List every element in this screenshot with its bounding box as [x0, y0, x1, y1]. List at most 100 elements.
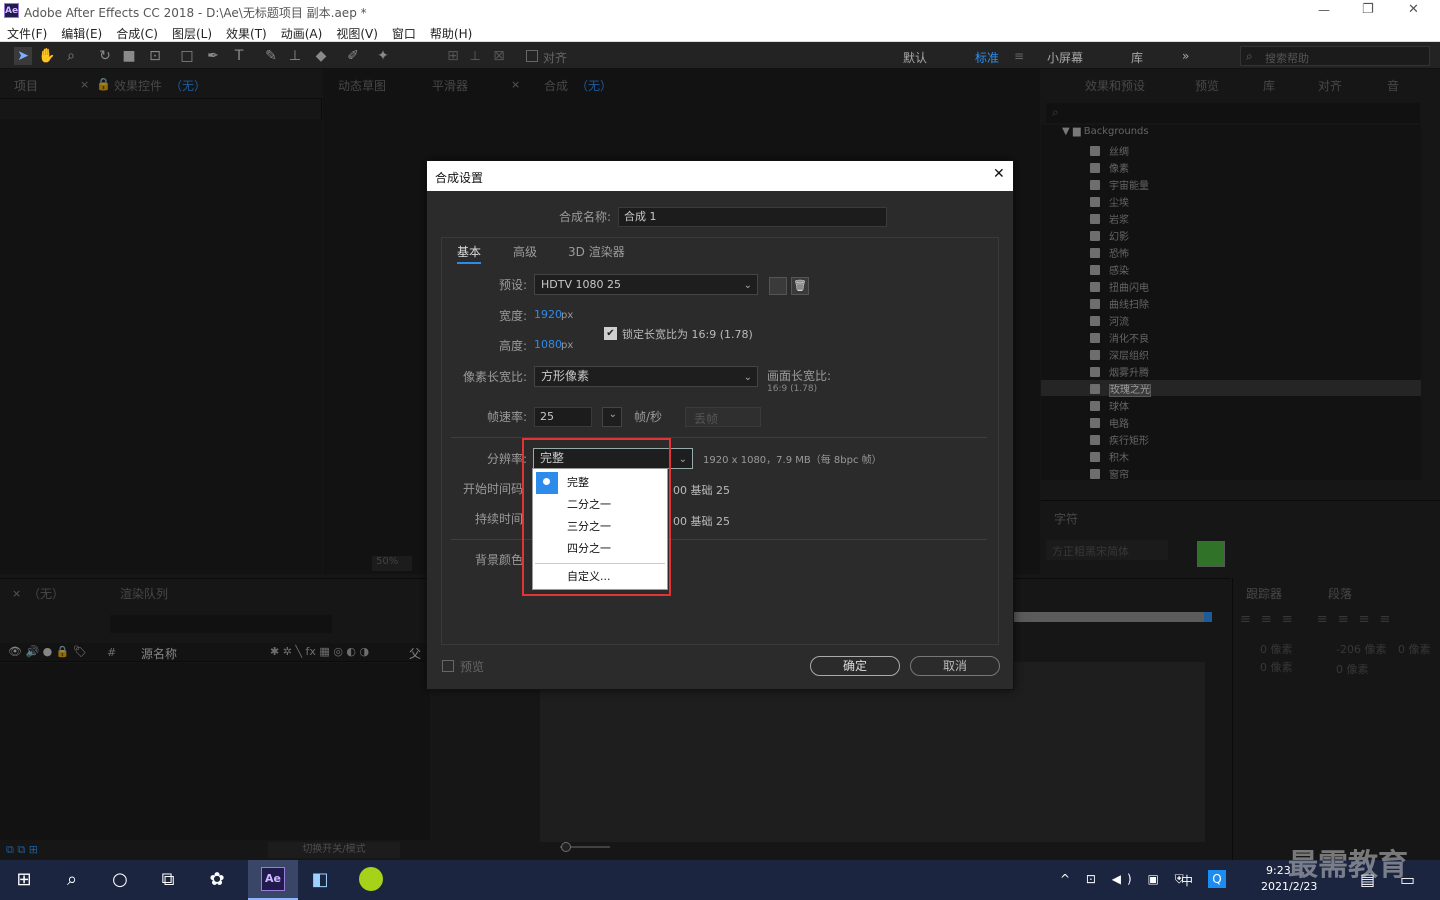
- frame-rate-unit: 帧/秒: [634, 410, 663, 424]
- chevron-down-icon: ⌄: [608, 409, 617, 420]
- system-tray-icons[interactable]: ^ ⊡ ◀) ▣ ⛨: [1060, 872, 1190, 887]
- align-label: 对齐: [543, 51, 568, 65]
- align-checkbox[interactable]: [526, 50, 538, 62]
- lock-aspect-checkbox[interactable]: ✔: [604, 327, 617, 340]
- cancel-button[interactable]: 取消: [910, 656, 1000, 676]
- comp-name-label: 合成名称:: [558, 210, 611, 224]
- drop-frame-dropdown: 丢帧: [685, 407, 761, 427]
- world-axis-icon[interactable]: ⟂: [466, 47, 484, 65]
- height-unit: px: [561, 340, 574, 351]
- close-window-button[interactable]: ✕: [1408, 2, 1419, 17]
- pixel-aspect-value: 方形像素: [541, 369, 590, 383]
- dialog-close-button[interactable]: ✕: [993, 166, 1005, 182]
- menu-animation[interactable]: 动画(A): [274, 22, 330, 42]
- frame-aspect-label: 画面长宽比:: [767, 369, 832, 383]
- green-app-icon[interactable]: [359, 867, 383, 891]
- preview-label: 预览: [460, 660, 485, 674]
- camera-tool-icon[interactable]: ■: [120, 47, 138, 65]
- width-value[interactable]: 1920: [534, 308, 562, 321]
- duration-label: 持续时间: [474, 512, 523, 526]
- window-titlebar: Ae Adobe After Effects CC 2018 - D:\Ae\无…: [0, 0, 1440, 22]
- window-title: Adobe After Effects CC 2018 - D:\Ae\无标题项…: [24, 6, 367, 20]
- clock-time[interactable]: 9:23: [1266, 864, 1291, 877]
- roto-brush-tool-icon[interactable]: ✐: [344, 47, 362, 65]
- chevron-down-icon: ⌄: [743, 372, 752, 383]
- resolution-label: 分辨率:: [486, 452, 527, 466]
- qq-tray-icon[interactable]: Q: [1208, 870, 1226, 888]
- duration-value[interactable]: 00 基础 25: [673, 513, 730, 529]
- menu-composition[interactable]: 合成(C): [109, 22, 165, 42]
- delete-preset-icon[interactable]: 🗑: [791, 277, 809, 295]
- dialog-title: 合成设置: [435, 171, 484, 185]
- preset-label: 预设:: [498, 278, 527, 292]
- minimize-button[interactable]: —: [1318, 3, 1330, 17]
- tab-advanced[interactable]: 高级: [513, 243, 537, 260]
- hand-tool-icon[interactable]: ✋: [38, 47, 56, 65]
- height-label: 高度:: [498, 339, 527, 353]
- pixel-aspect-dropdown[interactable]: 方形像素 ⌄: [534, 366, 758, 387]
- menu-window[interactable]: 窗口: [385, 22, 423, 42]
- restore-button[interactable]: ❐: [1362, 2, 1374, 17]
- start-timecode-value[interactable]: 00 基础 25: [673, 482, 730, 498]
- frame-rate-input[interactable]: 25: [534, 407, 592, 427]
- resolution-info: 1920 x 1080，7.9 MB（每 8bpc 帧）: [703, 455, 882, 466]
- highlight-annotation-box: [522, 438, 671, 596]
- start-timecode-label: 开始时间码: [462, 482, 523, 496]
- brush-tool-icon[interactable]: ✎: [262, 47, 280, 65]
- windows-start-icon[interactable]: ⊞: [12, 868, 36, 892]
- watermark-text: 最需教育: [1288, 848, 1408, 883]
- workspace-standard[interactable]: 标准: [975, 49, 999, 66]
- tab-3d-renderer[interactable]: 3D 渲染器: [568, 243, 625, 260]
- pen-tool-icon[interactable]: ✒: [204, 47, 222, 65]
- width-unit: px: [561, 310, 574, 321]
- search-icon[interactable]: ⌕: [60, 868, 84, 892]
- pinwheel-app-icon[interactable]: ✿: [205, 868, 229, 892]
- task-view-icon[interactable]: ⧉: [156, 868, 180, 892]
- zoom-tool-icon[interactable]: ⌕: [62, 47, 80, 65]
- tools-toolbar: ➤ ✋ ⌕ ↻ ■ ⊡ □ ✒ T ✎ ⊥ ◆ ✐ ✦ ⊞ ⟂ ⊠ 对齐: [0, 43, 1440, 69]
- puppet-pin-tool-icon[interactable]: ✦: [374, 47, 392, 65]
- chevron-down-icon: ⌄: [678, 454, 687, 465]
- save-preset-icon[interactable]: [769, 277, 787, 295]
- local-axis-icon[interactable]: ⊞: [444, 47, 462, 65]
- frame-rate-label: 帧速率:: [486, 410, 527, 424]
- rectangle-tool-icon[interactable]: □: [178, 47, 196, 65]
- eraser-tool-icon[interactable]: ◆: [312, 47, 330, 65]
- menu-file[interactable]: 文件(F): [0, 22, 54, 42]
- composition-settings-dialog: 合成设置 ✕ 合成名称: 合成 1 基本 高级 3D 渲染器 预设: HDTV …: [426, 160, 1014, 690]
- clone-stamp-tool-icon[interactable]: ⊥: [286, 47, 304, 65]
- ime-indicator[interactable]: 中: [1181, 872, 1193, 889]
- workspace-library[interactable]: 库: [1131, 49, 1143, 66]
- frame-rate-dropdown[interactable]: ⌄: [602, 407, 622, 427]
- preset-dropdown[interactable]: HDTV 1080 25 ⌄: [534, 274, 758, 295]
- menu-layer[interactable]: 图层(L): [165, 22, 219, 42]
- workspace-small-screen[interactable]: 小屏幕: [1047, 49, 1083, 66]
- tab-basic[interactable]: 基本: [457, 243, 482, 264]
- comp-name-input[interactable]: 合成 1: [618, 207, 887, 227]
- help-search-input[interactable]: 搜索帮助: [1240, 46, 1430, 66]
- menu-view[interactable]: 视图(V): [329, 22, 385, 42]
- pixel-aspect-label: 像素长宽比:: [462, 370, 527, 384]
- menu-bar: 文件(F) 编辑(E) 合成(C) 图层(L) 效果(T) 动画(A) 视图(V) 窗口 帮助(…: [0, 22, 1440, 42]
- ae-app-icon: Ae: [4, 3, 19, 18]
- height-value[interactable]: 1080: [534, 338, 562, 351]
- cortana-icon[interactable]: ○: [108, 868, 132, 892]
- search-icon: ⌕: [1246, 49, 1253, 63]
- workspace-menu-icon[interactable]: ≡: [1014, 49, 1024, 63]
- view-axis-icon[interactable]: ⊠: [490, 47, 508, 65]
- rotate-tool-icon[interactable]: ↻: [96, 47, 114, 65]
- menu-effect[interactable]: 效果(T): [219, 22, 274, 42]
- preview-checkbox[interactable]: [442, 660, 454, 672]
- notepad-app-icon[interactable]: ◧: [308, 868, 332, 892]
- after-effects-icon: Ae: [261, 867, 285, 891]
- text-tool-icon[interactable]: T: [230, 47, 248, 65]
- selection-tool-icon[interactable]: ➤: [14, 47, 32, 65]
- menu-edit[interactable]: 编辑(E): [54, 22, 109, 42]
- preset-value: HDTV 1080 25: [541, 278, 621, 291]
- frame-aspect-value: 16:9 (1.78): [767, 384, 818, 394]
- workspace-more-icon[interactable]: »: [1182, 49, 1189, 63]
- ok-button[interactable]: 确定: [810, 656, 900, 676]
- workspace-default[interactable]: 默认: [903, 49, 927, 66]
- menu-help[interactable]: 帮助(H): [423, 22, 479, 42]
- pan-behind-tool-icon[interactable]: ⊡: [146, 47, 164, 65]
